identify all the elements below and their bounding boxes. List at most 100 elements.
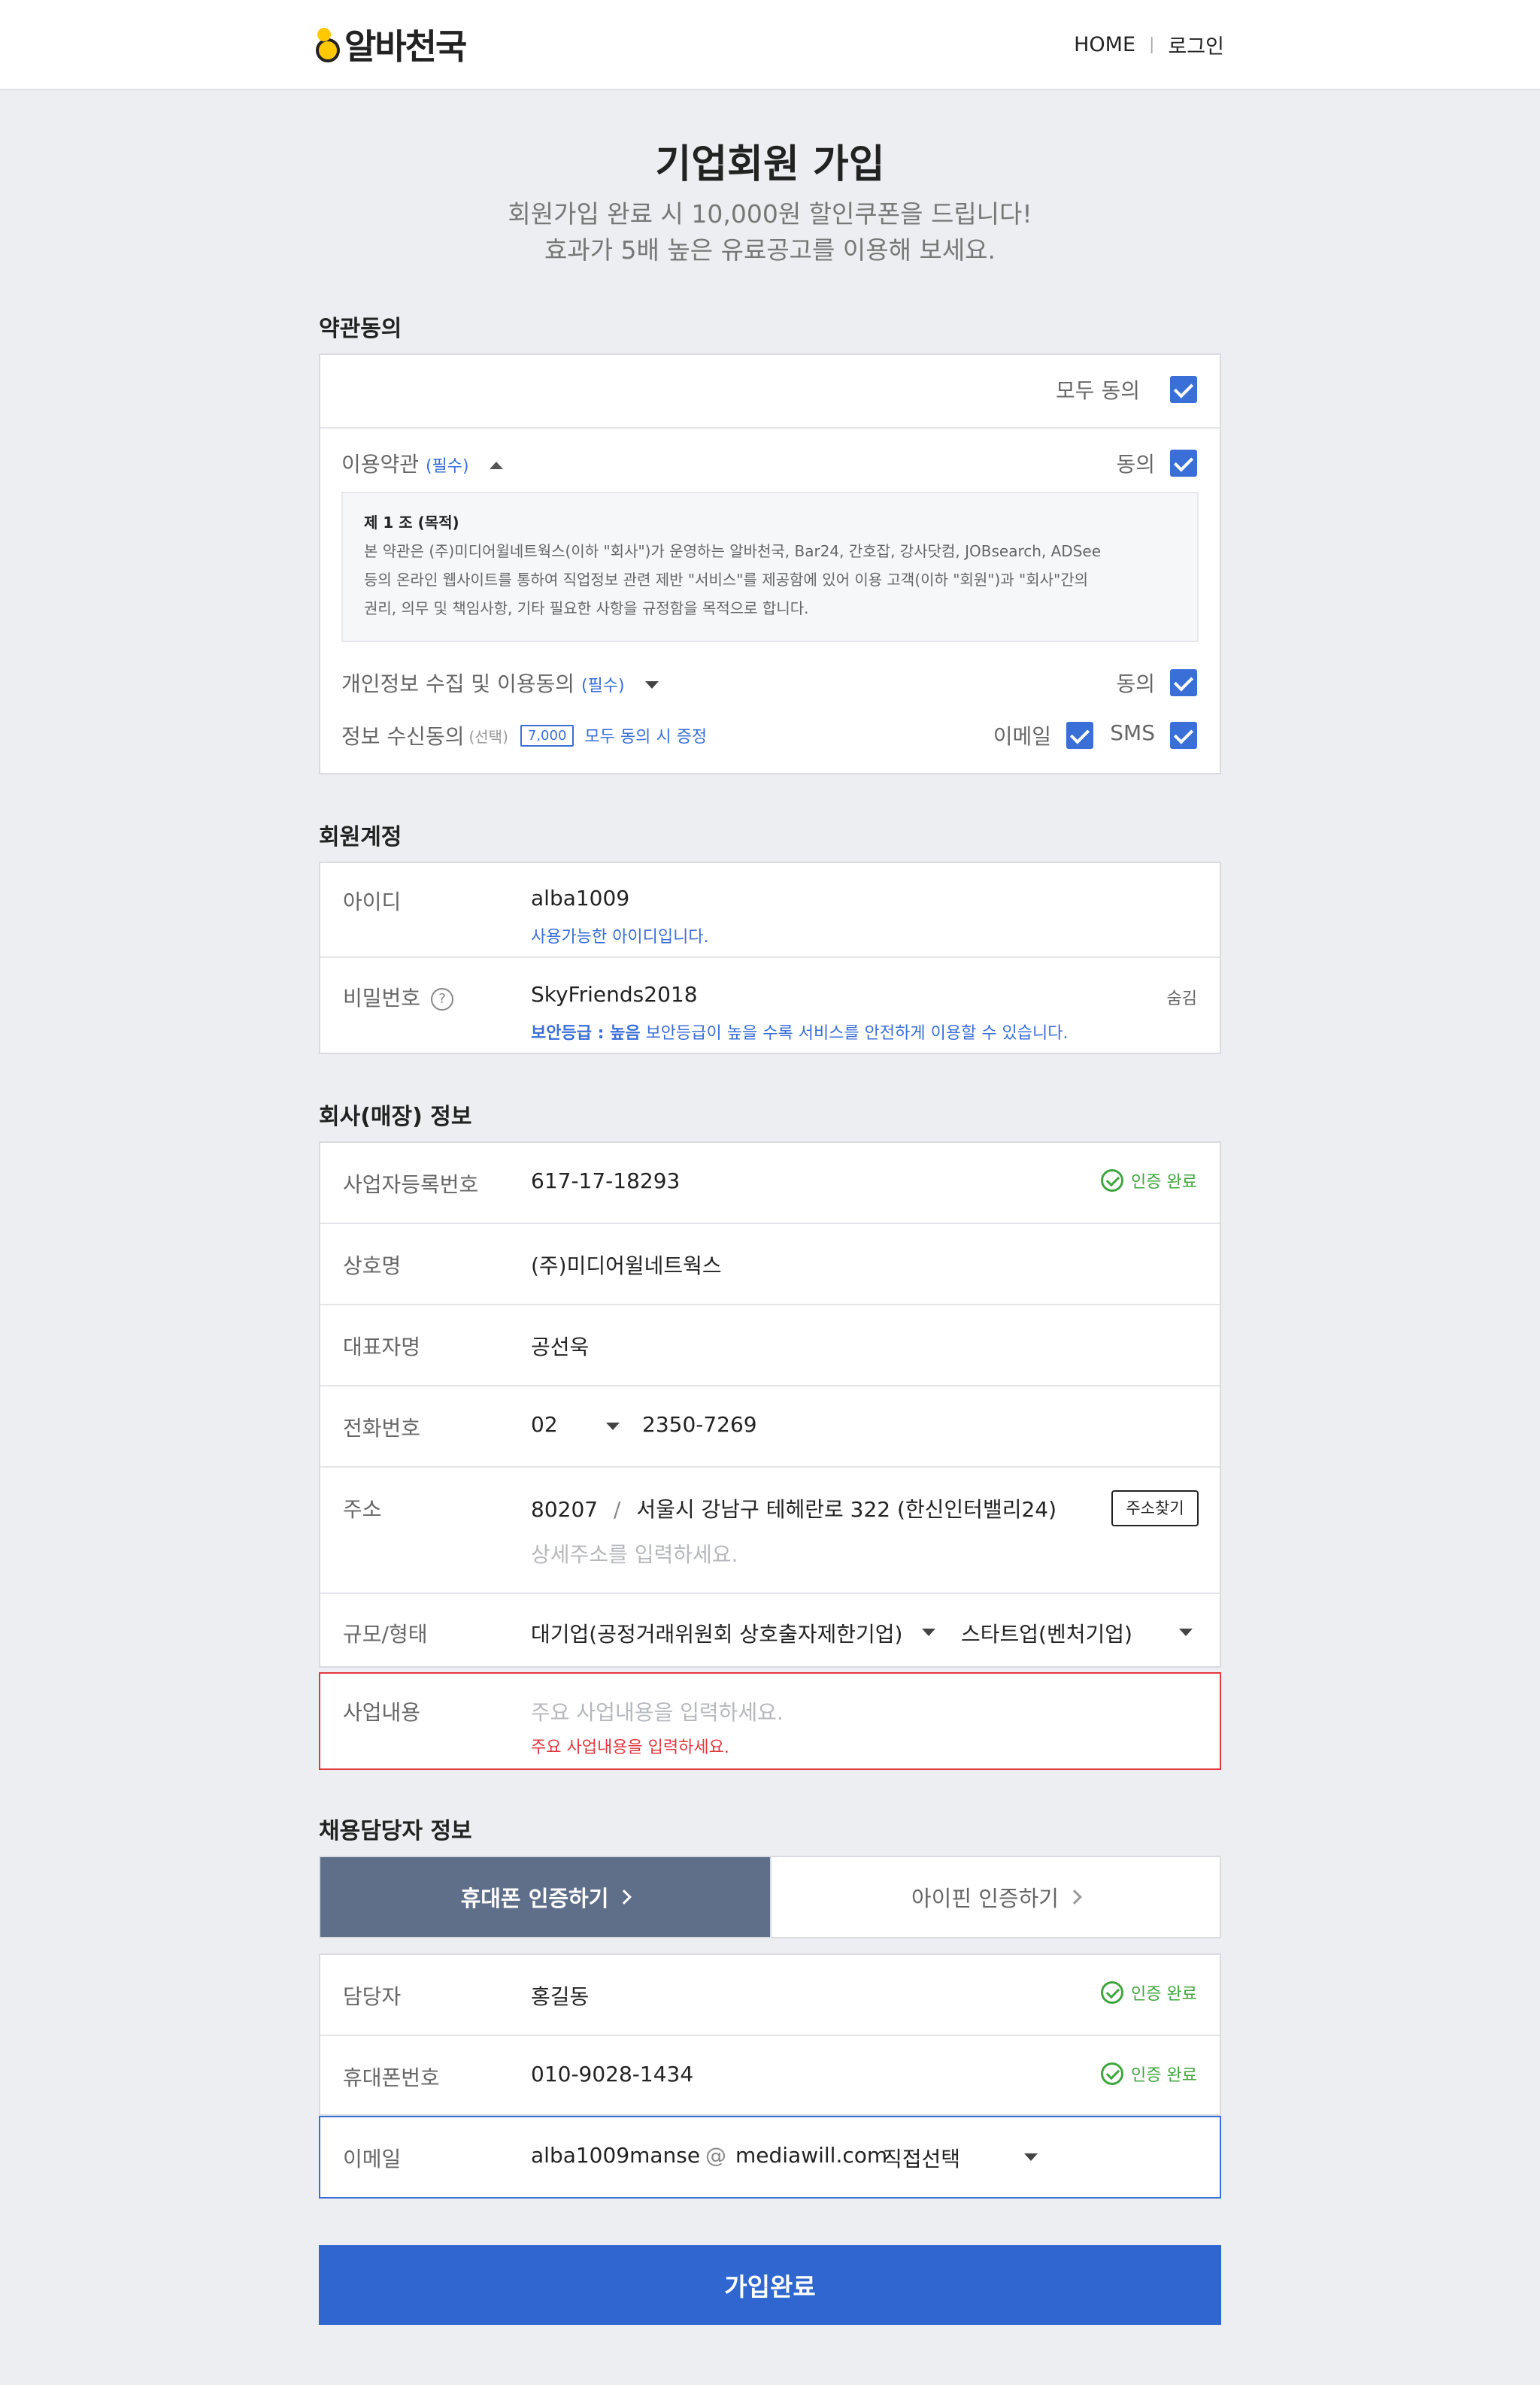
tab-ipin-auth[interactable]: 아이핀 인증하기: [770, 1857, 1220, 1937]
verified-text: 인증 완료: [1131, 1985, 1197, 2004]
coupon-badge: 7,000: [520, 724, 574, 747]
tos-label-group[interactable]: 이용약관 (필수): [341, 448, 503, 478]
address-separator: /: [613, 1497, 621, 1522]
page-subtitle-2: 효과가 5배 높은 유료공고를 이용해 보세요.: [544, 235, 996, 265]
address-find-button[interactable]: 주소찾기: [1111, 1490, 1199, 1526]
account-box: 아이디 alba1009 사용가능한 아이디입니다. 비밀번호? SkyFrie…: [319, 862, 1221, 1054]
sms-consent-label: SMS: [1110, 720, 1155, 745]
page-title: 기업회원 가입: [655, 142, 885, 187]
logo-bee-icon: [316, 25, 341, 64]
coupon-text: 모두 동의 시 증정: [584, 728, 708, 747]
email-id-input[interactable]: alba1009manse: [531, 2143, 700, 2168]
manager-box: 담당자 홍길동 인증 완료 휴대폰번호 010-9028-1434 인증 완료: [319, 1953, 1221, 2116]
nav-separator: |: [1149, 35, 1155, 54]
phone-area-select[interactable]: 02: [531, 1412, 629, 1437]
pw-input[interactable]: SkyFriends2018: [531, 982, 698, 1007]
company-name-input[interactable]: (주)미디어윌네트웍스: [531, 1250, 722, 1280]
id-hint: 사용가능한 아이디입니다.: [531, 928, 709, 947]
ceo-input[interactable]: 공선욱: [531, 1331, 589, 1361]
type-select[interactable]: 스타트업(벤처기업): [961, 1618, 1202, 1648]
tab-phone-label: 휴대폰 인증하기: [460, 1886, 609, 1911]
terms-section-title: 약관동의: [319, 316, 402, 342]
submit-button[interactable]: 가입완료: [319, 2245, 1221, 2325]
check-circle-icon: [1101, 1169, 1124, 1192]
mobile-input[interactable]: 010-9028-1434: [531, 2062, 693, 2086]
privacy-checkbox[interactable]: [1170, 669, 1197, 696]
page-subtitle-1: 회원가입 완료 시 10,000원 할인쿠폰을 드립니다!: [508, 199, 1032, 229]
address-label: 주소: [343, 1497, 382, 1522]
biz-no-input[interactable]: 617-17-18293: [531, 1168, 680, 1193]
pw-label: 비밀번호: [343, 986, 421, 1011]
tos-checkbox[interactable]: [1170, 450, 1197, 477]
agree-all-label: 모두 동의: [1056, 378, 1140, 403]
auth-tabs: 휴대폰 인증하기 아이핀 인증하기: [319, 1856, 1221, 1938]
verified-text: 인증 완료: [1131, 2066, 1197, 2085]
logo[interactable]: 알바천국: [316, 21, 467, 68]
tos-required: (필수): [425, 457, 469, 476]
tos-label: 이용약관: [341, 452, 420, 477]
phone-area-value: 02: [531, 1412, 558, 1437]
tos-body-line-2: 등의 온라인 웹사이트를 통하여 직업정보 관련 제반 "서비스"를 제공함에 …: [364, 571, 1089, 589]
chevron-right-icon: [1067, 1890, 1082, 1905]
manager-verified-badge: 인증 완료: [1101, 1980, 1197, 2005]
address-detail-input[interactable]: 상세주소를 입력하세요.: [531, 1538, 738, 1568]
business-label: 사업내용: [343, 1700, 421, 1725]
tos-content-box[interactable]: 제 1 조 (목적) 본 약관은 (주)미디어윌네트웍스(이하 "회사")가 운…: [341, 492, 1199, 642]
privacy-label-group[interactable]: 개인정보 수집 및 이용동의 (필수): [341, 668, 659, 698]
top-header: 알바천국 HOME | 로그인: [0, 0, 1540, 90]
tos-body-line-3: 권리, 의무 및 책임사항, 기타 필요한 사항을 규정함을 목적으로 합니다.: [364, 599, 809, 617]
phone-number-input[interactable]: 2350-7269: [642, 1412, 757, 1437]
address-value: 서울시 강남구 테헤란로 322 (한신인터밸리24): [636, 1497, 1057, 1522]
pw-hide-toggle[interactable]: 숨김: [1167, 985, 1197, 1009]
check-circle-icon: [1101, 2062, 1124, 2085]
dropdown-arrow-icon: [1179, 1629, 1193, 1636]
mobile-label: 휴대폰번호: [343, 2065, 440, 2090]
scale-value: 대기업(공정거래위원회 상호출자제한기업): [531, 1622, 903, 1647]
id-input[interactable]: alba1009: [531, 886, 629, 911]
email-domain-select[interactable]: 직접선택: [883, 2143, 1056, 2173]
logo-text: 알바천국: [344, 26, 467, 67]
sms-consent-checkbox[interactable]: [1170, 722, 1197, 749]
email-domain-input[interactable]: mediawill.com: [735, 2143, 887, 2168]
email-consent-checkbox[interactable]: [1066, 722, 1093, 749]
pw-hint-group: 보안등급 : 높음 보안등급이 높을 수록 서비스를 안전하게 이용할 수 있습…: [531, 1020, 1069, 1044]
business-input[interactable]: 주요 사업내용을 입력하세요.: [531, 1696, 784, 1726]
expand-down-icon[interactable]: [644, 681, 659, 689]
manager-name-input[interactable]: 홍길동: [531, 1980, 589, 2011]
company-box: 사업자등록번호 617-17-18293 인증 완료 상호명 (주)미디어윌네트…: [319, 1141, 1221, 1668]
business-box: 사업내용 주요 사업내용을 입력하세요. 주요 사업내용을 입력하세요.: [319, 1672, 1221, 1770]
type-value: 스타트업(벤처기업): [961, 1622, 1132, 1647]
verified-text: 인증 완료: [1131, 1173, 1197, 1192]
zip-code: 80207: [531, 1497, 599, 1522]
pw-label-group: 비밀번호?: [343, 982, 454, 1012]
tos-body-line-1: 본 약관은 (주)미디어윌네트웍스(이하 "회사")가 운영하는 알바천국, B…: [364, 542, 1102, 560]
collapse-up-icon[interactable]: [489, 462, 503, 469]
tos-body-title: 제 1 조 (목적): [364, 514, 459, 532]
agree-all-checkbox[interactable]: [1170, 376, 1197, 403]
dropdown-arrow-icon: [922, 1629, 935, 1636]
email-consent-label: 이메일: [993, 724, 1051, 749]
nav-login-link[interactable]: 로그인: [1168, 30, 1224, 59]
phone-label: 전화번호: [343, 1416, 421, 1441]
account-section-title: 회원계정: [319, 824, 402, 850]
nav-home-link[interactable]: HOME: [1074, 33, 1135, 56]
tab-phone-auth[interactable]: 휴대폰 인증하기: [320, 1857, 770, 1937]
email-select-value: 직접선택: [883, 2147, 961, 2171]
pw-security-level: 보안등급 : 높음: [531, 1024, 641, 1043]
business-error: 주요 사업내용을 입력하세요.: [531, 1738, 729, 1757]
email-label: 이메일: [343, 2147, 402, 2171]
privacy-label: 개인정보 수집 및 이용동의: [341, 671, 575, 696]
tab-ipin-label: 아이핀 인증하기: [911, 1886, 1059, 1911]
dropdown-arrow-icon: [606, 1423, 620, 1430]
manager-section-title: 채용담당자 정보: [319, 1818, 472, 1844]
marketing-label: 정보 수신동의: [341, 724, 465, 749]
scale-select[interactable]: 대기업(공정거래위원회 상호출자제한기업): [531, 1618, 959, 1648]
manager-name-label: 담당자: [343, 1984, 402, 2009]
email-box: 이메일 alba1009manse @ mediawill.com 직접선택: [319, 2116, 1221, 2199]
terms-box: 모두 동의 이용약관 (필수) 동의 제 1 조 (목적) 본 약관은 (주)미…: [319, 353, 1221, 774]
mobile-verified-badge: 인증 완료: [1101, 2062, 1197, 2086]
company-section-title: 회사(매장) 정보: [319, 1104, 472, 1130]
help-question-icon[interactable]: ?: [431, 988, 454, 1011]
email-at-sign: @: [705, 2143, 726, 2168]
privacy-agree-label: 동의: [1116, 671, 1155, 696]
